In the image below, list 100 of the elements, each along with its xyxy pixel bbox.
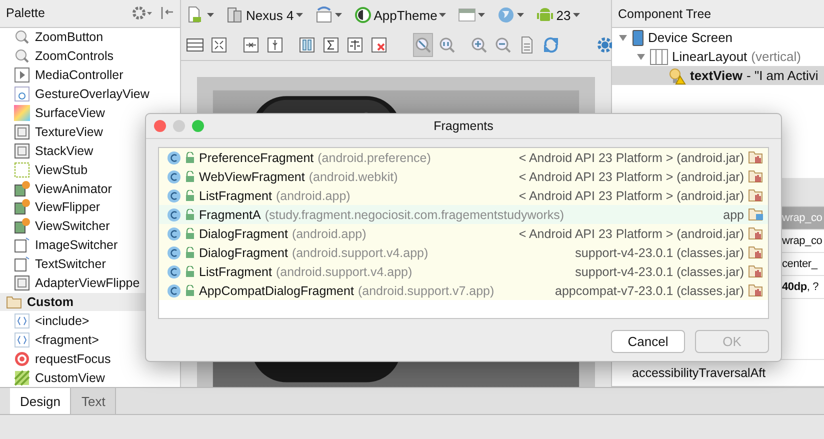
palette-item[interactable]: ZoomControls [35, 49, 114, 64]
settings-icon[interactable] [132, 6, 152, 20]
editor-tab[interactable]: Text [71, 388, 116, 414]
property-value[interactable]: wrap_co [782, 235, 822, 247]
list-row[interactable]: WebViewFragment (android.webkit) < Android API 23 Platform > (android.jar) [159, 167, 768, 186]
caret-icon [296, 13, 303, 17]
toolbar-label[interactable]: AppTheme [374, 8, 438, 22]
tree-node-label[interactable]: textView [690, 68, 743, 83]
class-name: AppCompatDialogFragment [199, 284, 354, 298]
caret-icon [572, 13, 580, 17]
package-name: (android.support.v4.app) [276, 264, 412, 278]
zoom-fit-icon [414, 36, 432, 54]
palette-item[interactable]: ZoomButton [35, 30, 104, 44]
palette-item[interactable]: MediaController [35, 68, 124, 82]
layout-icon[interactable] [458, 6, 476, 24]
refresh-icon [542, 36, 560, 54]
android-icon[interactable] [536, 6, 554, 24]
list-row[interactable]: AppCompatDialogFragment (android.support.v7.app) appcompat-v7-23.0.1 (classes.jar) [159, 281, 768, 300]
caret-icon [478, 13, 486, 17]
sigma-icon [322, 36, 340, 54]
caret-icon [517, 13, 524, 17]
caret-icon [334, 13, 342, 17]
bulb-warning-icon [668, 66, 686, 84]
palette-item[interactable]: requestFocus [35, 352, 111, 366]
toolbar-label[interactable]: 23 [556, 8, 571, 22]
lock-icon [185, 266, 195, 278]
tree-node-label[interactable]: LinearLayout [672, 49, 748, 64]
palette-item[interactable]: ViewAnimator [35, 182, 112, 196]
class-name: WebViewFragment [199, 170, 305, 184]
widget-icon [14, 275, 30, 292]
expand-icon [210, 36, 228, 54]
remove-icon [370, 36, 388, 54]
library-name: support-v4-23.0.1 (classes.jar) [575, 246, 744, 260]
class-icon [167, 284, 181, 298]
dialog-title: Fragments [434, 119, 494, 133]
class-name: ListFragment [199, 188, 272, 202]
section-title[interactable]: Custom [27, 295, 74, 309]
panel-title: Component Tree [618, 6, 712, 20]
palette-item[interactable]: TextureView [35, 124, 103, 139]
palette-item[interactable]: <include> [35, 314, 90, 328]
magnifier-icon [14, 29, 30, 46]
property-value[interactable]: center_ [782, 258, 818, 270]
folder-icon [6, 295, 22, 309]
cancel-button[interactable]: Cancel [611, 330, 685, 353]
package-name: (android.app) [276, 188, 350, 202]
tree-node-detail: (vertical) [751, 49, 802, 64]
palette-item[interactable]: CustomView [35, 370, 105, 385]
class-name: FragmentA [199, 208, 261, 222]
palette-item[interactable]: <fragment> [35, 332, 99, 347]
editor-tab[interactable]: Design [10, 388, 72, 414]
class-name: DialogFragment [199, 246, 288, 260]
library-name: < Android API 23 Platform > (android.jar) [518, 226, 744, 240]
widget-icon [14, 199, 30, 216]
list-row[interactable]: PreferenceFragment (android.preference) < Android API 23 Platform > (android.jar) [159, 148, 768, 167]
tree-node-label[interactable]: Device Screen [648, 30, 733, 45]
magnifier-icon [14, 48, 30, 64]
palette-item[interactable]: ImageSwitcher [35, 238, 118, 252]
palette-item[interactable]: SurfaceView [35, 106, 105, 120]
class-name: ListFragment [199, 264, 272, 278]
list-row[interactable]: DialogFragment (android.support.v4.app) support-v4-23.0.1 (classes.jar) [159, 243, 768, 262]
toolbar-label[interactable]: Nexus 4 [246, 8, 294, 22]
library-folder-icon [748, 265, 764, 278]
maximize-icon[interactable] [192, 120, 204, 132]
lock-icon [185, 246, 195, 258]
palette-item[interactable]: ViewStub [35, 162, 88, 177]
caret-icon [207, 13, 214, 17]
globe-icon[interactable] [497, 6, 516, 24]
phones-icon[interactable] [226, 6, 244, 24]
panel-title: Palette [6, 6, 45, 20]
class-icon [167, 188, 181, 202]
class-icon [167, 226, 181, 240]
library-name: < Android API 23 Platform > (android.jar) [518, 170, 744, 184]
library-folder-icon [748, 151, 764, 164]
expand-arrow-icon[interactable] [636, 52, 646, 62]
palette-item[interactable]: ViewSwitcher [35, 219, 110, 234]
widget-icon [14, 218, 30, 234]
expand-arrow-icon[interactable] [618, 32, 628, 42]
palette-item[interactable]: AdapterViewFlippe [35, 276, 140, 290]
rotate-icon[interactable] [314, 6, 333, 24]
class-icon [167, 150, 181, 164]
library-name: support-v4-23.0.1 (classes.jar) [575, 264, 744, 278]
library-name: app [723, 208, 744, 222]
palette-item[interactable]: TextSwitcher [35, 257, 106, 272]
list-row[interactable]: ListFragment (android.support.v4.app) support-v4-23.0.1 (classes.jar) [159, 262, 768, 281]
zoom-actual-icon [438, 36, 456, 54]
class-icon [167, 246, 181, 260]
package-name: (android.app) [292, 226, 366, 240]
palette-item[interactable]: StackView [35, 144, 94, 158]
palette-item[interactable]: GestureOverlayView [35, 87, 150, 102]
widget-icon [14, 180, 30, 197]
class-name: PreferenceFragment [199, 150, 314, 164]
library-folder-icon [748, 284, 764, 297]
property-value[interactable]: 40dp, ? [782, 281, 819, 293]
palette-item[interactable]: ViewFlipper [35, 200, 100, 214]
list-row[interactable]: FragmentA (study.fragment.negociosit.com.fragementstudyworks) app [159, 205, 768, 224]
list-row[interactable]: DialogFragment (android.app) < Android API 23 Platform > (android.jar) [159, 224, 768, 243]
close-icon[interactable] [154, 120, 166, 132]
collapse-icon[interactable] [160, 6, 174, 20]
theme-icon[interactable] [354, 6, 372, 24]
list-row[interactable]: ListFragment (android.app) < Android API 23 Platform > (android.jar) [159, 186, 768, 205]
